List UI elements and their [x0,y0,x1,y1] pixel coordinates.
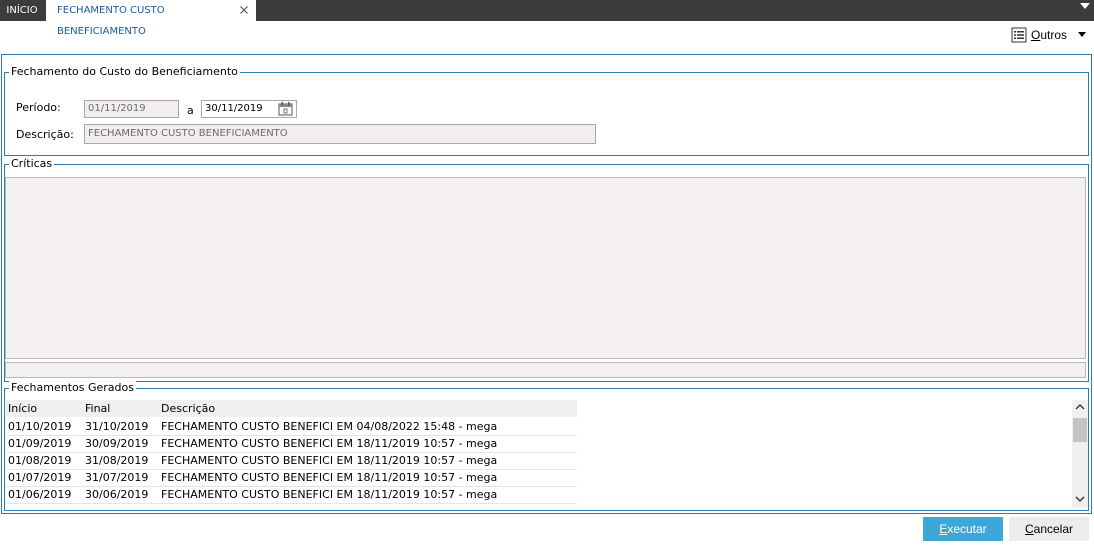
cell-final: 31/07/2019 [85,471,149,484]
list-icon [1011,27,1027,43]
periodo-inicio-field[interactable]: 01/11/2019 [84,100,179,118]
column-header-final[interactable]: Final [85,400,110,417]
table-row[interactable]: 01/09/2019 30/09/2019 FECHAMENTO CUSTO B… [6,435,577,453]
tab-bar: INÍCIO FECHAMENTO CUSTO BENEFICIAMENTO [0,0,1094,37]
scrollbar-thumb[interactable] [1073,418,1087,442]
group-fechamento-legend: Fechamento do Custo do Beneficiamento [9,65,240,78]
cell-inicio: 01/07/2019 [8,471,72,484]
cell-descricao: FECHAMENTO CUSTO BENEFICI EM 18/11/2019 … [161,454,498,467]
table-row[interactable]: 01/06/2019 30/06/2019 FECHAMENTO CUSTO B… [6,486,577,504]
table-row[interactable]: 01/10/2019 31/10/2019 FECHAMENTO CUSTO B… [6,418,577,436]
cell-descricao: FECHAMENTO CUSTO BENEFICI EM 18/11/2019 … [161,488,498,501]
table-header: Início Final Descrição [6,400,577,417]
descricao-label: Descrição: [16,128,74,141]
criticas-textarea[interactable] [5,177,1086,359]
group-fechamentos-legend: Fechamentos Gerados [9,381,136,394]
periodo-separator: a [187,104,194,117]
criticas-status-strip [5,362,1086,378]
table-row[interactable]: 01/07/2019 31/07/2019 FECHAMENTO CUSTO B… [6,469,577,487]
cell-inicio: 01/10/2019 [8,420,72,433]
cell-descricao: FECHAMENTO CUSTO BENEFICI EM 18/11/2019 … [161,437,498,450]
column-header-inicio[interactable]: Início [8,400,37,417]
fechamentos-table: Início Final Descrição 01/10/2019 31/10/… [6,400,1073,507]
cell-descricao: FECHAMENTO CUSTO BENEFICI EM 04/08/2022 … [161,420,498,433]
column-header-descricao[interactable]: Descrição [161,400,215,417]
cell-final: 31/08/2019 [85,454,149,467]
cell-final: 31/10/2019 [85,420,149,433]
table-vertical-scrollbar[interactable] [1072,400,1088,508]
close-icon[interactable] [238,4,250,16]
tab-inicio[interactable]: INÍCIO [0,0,44,21]
outros-menu-button[interactable]: Outros [1011,26,1089,44]
cancelar-button[interactable]: Cancelar [1009,517,1089,541]
cell-final: 30/09/2019 [85,437,149,450]
executar-button[interactable]: Executar [923,517,1003,541]
cell-inicio: 01/08/2019 [8,454,72,467]
cell-descricao: FECHAMENTO CUSTO BENEFICI EM 18/11/2019 … [161,471,498,484]
descricao-field[interactable]: FECHAMENTO CUSTO BENEFICIAMENTO [84,124,596,144]
scroll-up-icon[interactable] [1075,403,1085,410]
tab-fechamento-custo-beneficiamento[interactable]: FECHAMENTO CUSTO BENEFICIAMENTO [46,0,256,37]
scroll-down-icon[interactable] [1075,496,1085,503]
caret-down-icon [1078,32,1086,37]
periodo-label: Período: [16,101,61,114]
table-row[interactable]: 01/08/2019 31/08/2019 FECHAMENTO CUSTO B… [6,452,577,470]
outros-label: Outros [1031,28,1068,42]
tab-label: FECHAMENTO CUSTO BENEFICIAMENTO [57,5,165,37]
cell-inicio: 01/09/2019 [8,437,72,450]
calendar-icon[interactable] [278,102,293,116]
cell-final: 30/06/2019 [85,488,149,501]
tab-list-dropdown-icon[interactable] [1080,2,1090,10]
group-criticas-legend: Críticas [9,157,55,170]
cell-inicio: 01/06/2019 [8,488,72,501]
